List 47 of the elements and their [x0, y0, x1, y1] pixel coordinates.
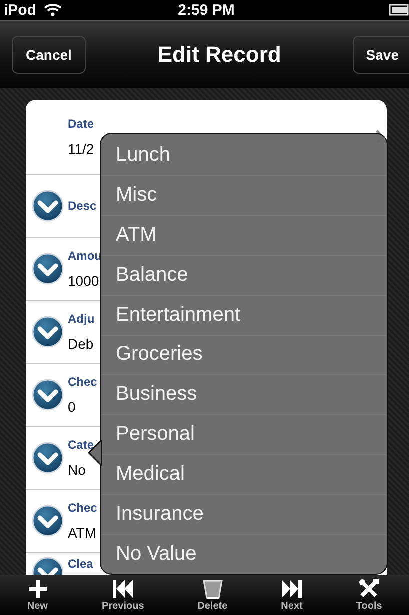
- toolbar-button[interactable]: Previous: [98, 575, 148, 615]
- field-value: 1000: [68, 273, 100, 289]
- menu-item[interactable]: Insurance: [101, 495, 387, 536]
- menu-item[interactable]: Balance: [101, 256, 387, 296]
- field-label: Date: [68, 117, 94, 131]
- field-label: Cate: [68, 438, 94, 452]
- trash-icon: [202, 578, 224, 600]
- screen-title: Edit Record: [158, 42, 282, 68]
- toolbar-button[interactable]: Delete: [194, 575, 232, 615]
- field-label: Clea: [68, 557, 94, 571]
- menu-item[interactable]: Misc: [101, 176, 387, 216]
- plus-icon: [26, 578, 49, 600]
- wifi-icon: [42, 3, 62, 17]
- cancel-button[interactable]: Cancel: [12, 36, 86, 74]
- dropdown-icon: [32, 253, 64, 285]
- skip-forward-icon: [281, 578, 304, 600]
- battery-icon: [389, 4, 409, 16]
- menu-item[interactable]: Personal: [101, 415, 387, 456]
- menu-item[interactable]: No Value: [101, 535, 387, 574]
- menu-item[interactable]: ATM: [101, 216, 387, 256]
- field-label: Adju: [68, 312, 95, 326]
- tools-icon: [358, 578, 380, 600]
- menu-item[interactable]: Entertainment: [101, 296, 387, 336]
- toolbar-button[interactable]: New: [22, 575, 53, 615]
- field-label: Desc: [68, 199, 97, 213]
- menu-item[interactable]: Groceries: [101, 336, 387, 376]
- dropdown-icon: [32, 379, 64, 411]
- menu-item[interactable]: Lunch: [101, 136, 387, 176]
- field-value: ATM: [68, 525, 97, 541]
- dropdown-icon: [32, 505, 64, 537]
- field-value: 11/2: [68, 141, 94, 157]
- field-value: Deb: [68, 336, 94, 352]
- skip-back-icon: [112, 578, 134, 600]
- save-button[interactable]: Save: [353, 36, 409, 74]
- menu-item[interactable]: Medical: [101, 455, 387, 496]
- field-label: Chec: [68, 501, 98, 515]
- field-value: 0: [68, 399, 76, 415]
- field-label: Chec: [68, 375, 98, 389]
- carrier-label: iPod: [4, 2, 36, 18]
- dropdown-icon: [32, 316, 64, 348]
- dropdown-icon: [32, 442, 64, 474]
- toolbar-button[interactable]: Next: [277, 575, 308, 615]
- toolbar-button[interactable]: Tools: [352, 575, 386, 615]
- clock-time: 2:59 PM: [177, 2, 236, 18]
- menu-item[interactable]: Business: [101, 375, 387, 416]
- field-value: No: [68, 462, 86, 478]
- dropdown-icon: [32, 190, 64, 222]
